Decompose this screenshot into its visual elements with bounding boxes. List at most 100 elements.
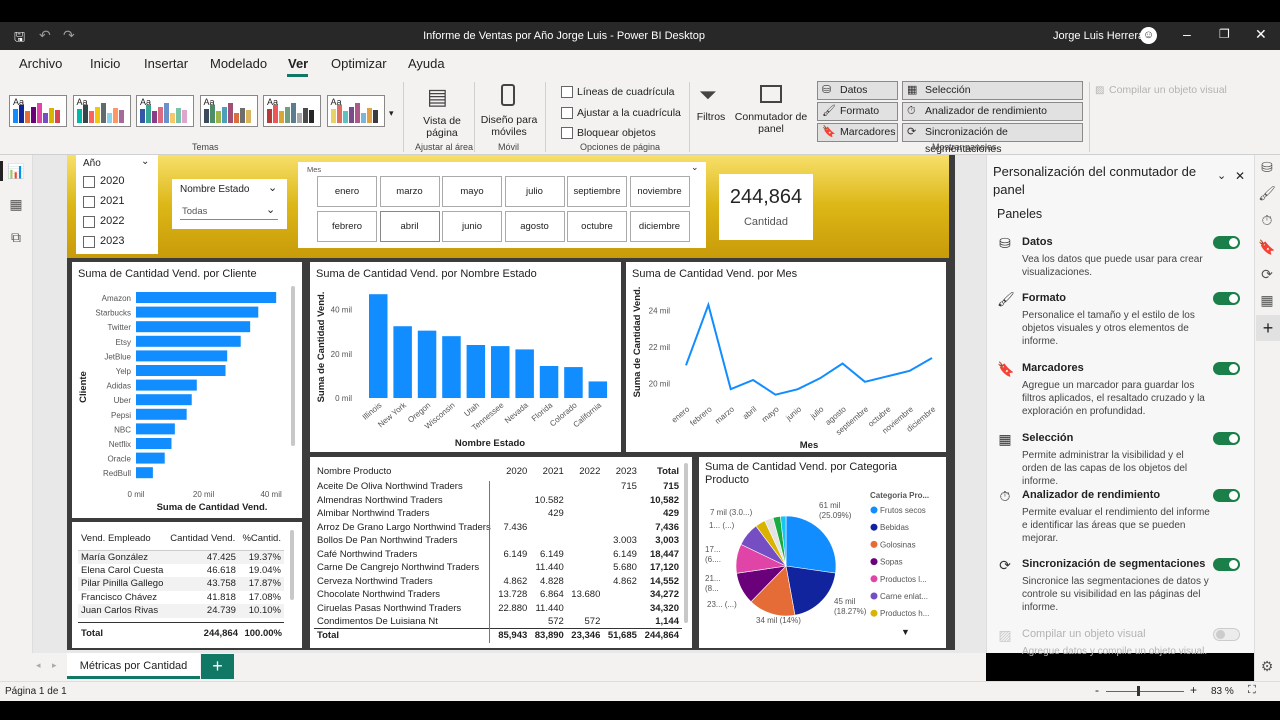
series-line[interactable] (685, 301, 933, 396)
fit-to-page-icon[interactable]: ⛶ (1248, 684, 1256, 697)
zoom-in-icon[interactable]: + (1190, 683, 1197, 697)
month-button[interactable]: febrero (317, 211, 377, 242)
year-checkbox[interactable] (83, 196, 95, 208)
tab-ver[interactable]: Ver (288, 56, 308, 71)
bar[interactable] (136, 379, 197, 391)
tab-archivo[interactable]: Archivo (19, 56, 62, 71)
legend-entry[interactable]: Bebidas (880, 523, 909, 532)
chevron-down-icon[interactable]: ⌄ (691, 162, 699, 173)
year-option[interactable]: 2021 (83, 195, 153, 211)
month-button[interactable]: noviembre (629, 176, 690, 207)
bar[interactable] (136, 438, 172, 449)
tab-insertar[interactable]: Insertar (144, 56, 188, 71)
year-option[interactable]: 2023 (83, 235, 153, 251)
bar[interactable] (136, 423, 175, 435)
column-header[interactable]: 2023 (603, 462, 640, 480)
bar[interactable] (136, 467, 153, 479)
month-button[interactable]: diciembre (629, 211, 690, 242)
tab-optimizar[interactable]: Optimizar (331, 56, 387, 71)
pane-toggle[interactable] (1213, 236, 1240, 249)
tab-modelado[interactable]: Modelado (210, 56, 267, 71)
tab-inicio[interactable]: Inicio (90, 56, 120, 71)
filter-icon[interactable]: ⏷ (699, 82, 717, 108)
performance-icon[interactable]: ⏱ (1257, 212, 1277, 229)
table-row[interactable]: María González 47.425 19.37% (78, 550, 284, 564)
pane-toggle[interactable] (1213, 362, 1240, 375)
pane-toggle[interactable] (1213, 558, 1240, 571)
month-button[interactable]: enero (317, 176, 377, 207)
bar[interactable] (136, 292, 277, 303)
table-row[interactable]: Ciruelas Pasas Northwind Traders 22.880 11… (314, 602, 682, 616)
theme-swatch[interactable]: Aa (263, 95, 321, 127)
column-header[interactable]: Vend. Empleado (78, 528, 167, 550)
minimize-icon[interactable]: – (1183, 26, 1191, 42)
restore-icon[interactable]: ❐ (1219, 27, 1230, 41)
gridlines-checkbox[interactable] (561, 86, 573, 98)
bar[interactable] (442, 336, 461, 398)
tab-ayuda[interactable]: Ayuda (408, 56, 445, 71)
snap-grid-checkbox[interactable] (561, 107, 573, 119)
month-button[interactable]: junio (442, 211, 502, 242)
bar[interactable] (136, 335, 241, 347)
close-pane-icon[interactable]: ✕ (1235, 169, 1245, 183)
legend-entry[interactable]: Carne enlat... (880, 592, 928, 601)
bar[interactable] (393, 326, 412, 398)
month-button[interactable]: octubre (567, 211, 627, 242)
data-pane-button[interactable]: ⛁ Datos (817, 81, 898, 100)
avatar-icon[interactable]: ☺ (1140, 27, 1157, 44)
scrollbar[interactable] (291, 286, 295, 446)
legend-scroll-down-icon[interactable]: ▼ (901, 627, 910, 637)
scrollbar[interactable] (290, 530, 294, 600)
pie-slice[interactable] (785, 515, 837, 574)
close-icon[interactable]: ✕ (1255, 26, 1267, 43)
column-header[interactable]: %Cantid. (239, 528, 284, 550)
gear-icon[interactable]: ⚙ (1257, 658, 1277, 675)
month-button[interactable]: septiembre (567, 176, 627, 207)
pane-toggle[interactable] (1213, 292, 1240, 305)
bar[interactable] (417, 330, 437, 398)
theme-swatch[interactable]: Aa (326, 95, 385, 127)
legend-entry[interactable]: Sopas (880, 558, 903, 567)
column-header[interactable]: 2022 (567, 462, 604, 480)
table-row[interactable]: Juan Carlos Rivas 24.739 10.10% (78, 604, 284, 618)
legend-entry[interactable]: Golosinas (880, 540, 916, 549)
bar[interactable] (491, 346, 510, 398)
add-pane-icon[interactable]: + (1256, 315, 1280, 341)
table-row[interactable]: Café Northwind Traders 6.149 6.149 6.149 18,… (314, 548, 682, 562)
report-view-icon[interactable]: 📊 (6, 163, 26, 180)
month-button[interactable]: abril (379, 211, 440, 242)
month-button[interactable]: agosto (504, 211, 565, 242)
column-header[interactable]: Total (640, 462, 682, 480)
chevron-down-icon[interactable]: ⌄ (268, 181, 277, 194)
year-option[interactable]: 2020 (83, 175, 153, 191)
bookmark-icon[interactable]: 🔖 (1257, 239, 1277, 256)
table-row[interactable]: Aceite De Oliva Northwind Traders 715 715 (314, 480, 682, 494)
mobile-layout-icon[interactable] (501, 84, 515, 106)
bookmarks-pane-button[interactable]: 🔖 Marcadores (817, 123, 898, 142)
table-row[interactable]: Almendras Northwind Traders 10.582 10,582 (314, 494, 682, 508)
month-button[interactable]: mayo (442, 176, 502, 207)
pane-toggle[interactable] (1213, 489, 1240, 502)
year-checkbox[interactable] (83, 236, 95, 248)
legend-entry[interactable]: Frutos secos (880, 506, 926, 515)
table-row[interactable]: Carne De Cangrejo Northwind Traders 11.44… (314, 561, 682, 575)
state-bar-chart[interactable]: Suma de Cantidad Vend. por Nombre Estado… (310, 262, 621, 452)
sync-slicers-pane-button[interactable]: ⟳ Sincronización de segmentaciones (902, 123, 1083, 155)
chevron-down-icon[interactable]: ⌄ (141, 156, 149, 167)
table-row[interactable]: Bollos De Pan Northwind Traders 3.003 3,00… (314, 534, 682, 548)
bar[interactable] (136, 350, 228, 362)
month-button[interactable]: marzo (379, 176, 440, 207)
employee-table[interactable]: Vend. Empleado Cantidad Vend. %Cantid. M… (72, 522, 302, 648)
column-header[interactable]: 2020 (494, 462, 531, 480)
bar[interactable] (369, 294, 388, 398)
theme-swatch[interactable]: Aa (72, 95, 131, 127)
page-tab-metricas[interactable]: Métricas por Cantidad (67, 653, 200, 679)
theme-swatch[interactable]: Aa (199, 95, 258, 127)
bar[interactable] (564, 367, 583, 398)
mobile-layout-button[interactable]: Diseño para móviles (478, 114, 540, 138)
client-bar-chart[interactable]: Suma de Cantidad Vend. por Cliente Amazo… (72, 262, 302, 518)
filters-button[interactable]: Filtros (694, 111, 728, 123)
column-header[interactable]: 2021 (530, 462, 567, 480)
collapse-icon[interactable]: ⌄ (1217, 169, 1226, 182)
table-row[interactable]: Chocolate Northwind Traders 13.728 6.864 13… (314, 588, 682, 602)
